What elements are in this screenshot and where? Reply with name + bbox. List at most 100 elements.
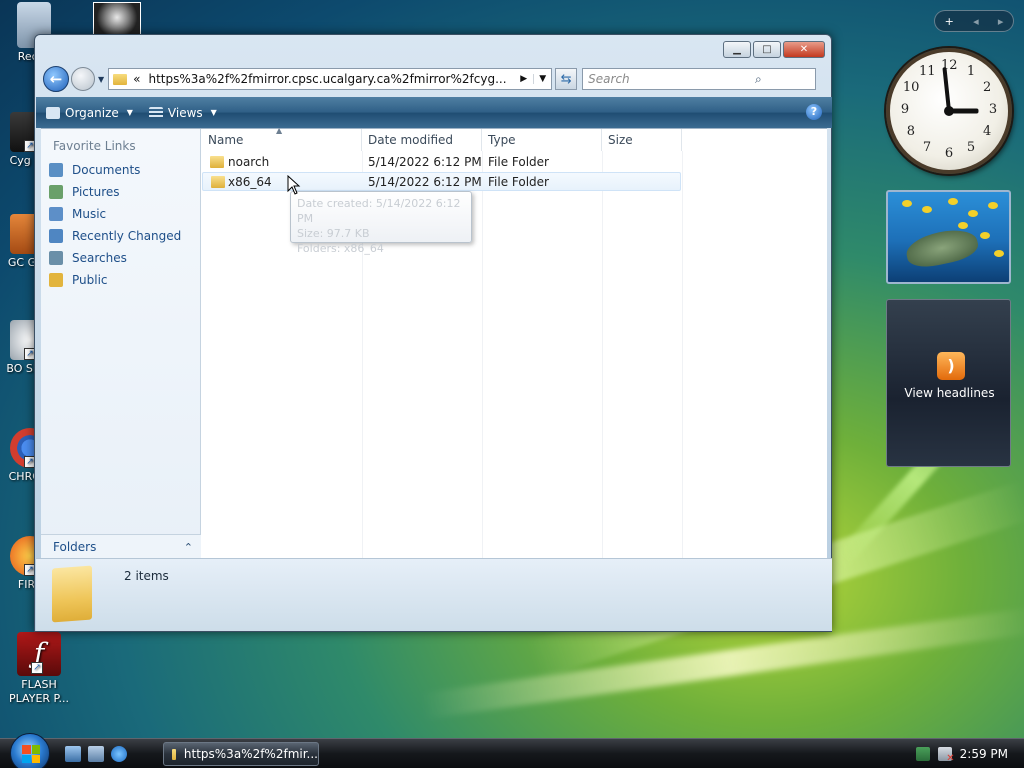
favorite-link-searches[interactable]: Searches	[41, 247, 200, 269]
show-desktop-icon[interactable]	[65, 746, 81, 762]
folder-icon	[52, 565, 92, 623]
chevron-down-icon: ▼	[126, 108, 133, 117]
searches-icon	[49, 251, 63, 265]
clock-center-pin	[944, 106, 954, 116]
address-bar[interactable]: « https%3a%2f%2fmirror.cpsc.ucalgary.ca%…	[108, 68, 553, 90]
help-button[interactable]: ?	[806, 104, 822, 120]
desktop-icon-label: FLASH PLAYER P...	[9, 678, 69, 705]
switch-windows-icon[interactable]	[88, 746, 104, 762]
user-photo-thumbnail[interactable]	[93, 2, 141, 36]
folders-toggle[interactable]: Folders ⌃	[41, 534, 201, 559]
refresh-button[interactable]: ⇆	[555, 68, 578, 90]
recent-pages-dropdown[interactable]: ▼	[98, 75, 104, 84]
file-type: File Folder	[488, 175, 549, 189]
content-area: Favorite Links Documents Pictures Music Rec…	[41, 126, 827, 559]
column-header-type[interactable]: Type	[482, 129, 602, 151]
taskbar-window-label: https%3a%2f%2fmir...	[183, 747, 318, 761]
minute-hand	[942, 67, 951, 112]
clock-numeral: 10	[902, 80, 920, 95]
command-toolbar: Organize ▼ Views ▼ ?	[36, 97, 832, 128]
clock-numeral: 9	[900, 102, 910, 117]
navigation-pane: Favorite Links Documents Pictures Music Rec…	[41, 129, 201, 559]
folder-icon	[172, 748, 176, 760]
public-icon	[49, 273, 63, 287]
clock-numeral: 2	[982, 80, 992, 95]
details-pane: 2 items	[36, 558, 832, 631]
favorite-link-recently-changed[interactable]: Recently Changed	[41, 225, 200, 247]
address-dropdown-button[interactable]: ▼	[533, 74, 551, 84]
explorer-window: ▁ □ ✕ ← ▼ « https%3a%2f%2fmirror.cpsc.uc…	[34, 34, 832, 632]
windows-logo-icon	[22, 745, 40, 763]
clock-numeral: 11	[919, 63, 936, 79]
favorite-link-label: Searches	[72, 251, 127, 265]
organize-icon	[46, 106, 60, 119]
favorite-link-label: Public	[72, 273, 108, 287]
search-box[interactable]: Search ⌕	[582, 68, 817, 90]
favorite-link-label: Music	[72, 207, 107, 221]
views-button[interactable]: Views ▼	[148, 106, 217, 120]
start-button[interactable]	[10, 733, 50, 768]
search-icon[interactable]: ⌕	[702, 72, 816, 87]
feed-headlines-gadget[interactable]: ) View headlines	[886, 299, 1011, 467]
file-name: x86_64	[228, 175, 272, 189]
taskbar: https%3a%2f%2fmir... ✕ 2:59 PM	[0, 733, 1024, 768]
forward-button[interactable]	[71, 67, 95, 91]
search-input[interactable]: Search	[588, 72, 702, 86]
folder-icon	[113, 73, 128, 85]
flash-icon: ƒ ↗	[17, 632, 61, 676]
favorite-link-music[interactable]: Music	[41, 203, 200, 225]
item-count: 2 items	[124, 569, 169, 583]
column-divider	[602, 151, 603, 559]
column-header-size[interactable]: Size	[602, 129, 682, 151]
favorite-link-public[interactable]: Public	[41, 269, 200, 291]
favorite-link-label: Recently Changed	[72, 229, 182, 243]
favorite-link-label: Pictures	[72, 185, 120, 199]
minimize-button[interactable]: ▁	[723, 41, 751, 58]
folders-label: Folders	[53, 540, 97, 554]
rss-icon: )	[937, 352, 965, 380]
tooltip-line: Date created: 5/14/2022 6:12 PM	[297, 197, 461, 225]
music-icon	[49, 207, 63, 221]
column-header-date-modified[interactable]: Date modified	[362, 129, 482, 151]
refresh-icon: ⇆	[560, 71, 572, 87]
organize-label: Organize	[65, 105, 119, 120]
favorite-link-documents[interactable]: Documents	[41, 159, 200, 181]
tooltip-line: Size: 97.7 KB	[297, 227, 370, 240]
clock-numeral: 1	[966, 63, 976, 79]
window-controls: ▁ □ ✕	[723, 41, 825, 58]
back-button[interactable]: ←	[43, 66, 69, 92]
file-row-x86-64[interactable]: x86_64 5/14/2022 6:12 PM File Folder	[202, 172, 681, 191]
file-date: 5/14/2022 6:12 PM	[368, 155, 482, 169]
address-text[interactable]: https%3a%2f%2fmirror.cpsc.ucalgary.ca%2f…	[149, 72, 515, 86]
file-date: 5/14/2022 6:12 PM	[368, 175, 482, 189]
add-gadget-icon[interactable]: +	[945, 15, 954, 28]
clock-time[interactable]: 2:59 PM	[960, 747, 1008, 761]
organize-button[interactable]: Organize ▼	[46, 106, 133, 120]
maximize-icon: □	[762, 44, 772, 55]
previous-icon[interactable]: ◂	[973, 15, 979, 28]
maximize-button[interactable]: □	[753, 41, 781, 58]
next-icon[interactable]: ▸	[998, 15, 1004, 28]
volume-muted-icon[interactable]: ✕	[937, 747, 955, 764]
internet-explorer-icon[interactable]	[111, 746, 127, 762]
chevron-down-icon: ▼	[210, 108, 217, 117]
clock-numeral: 7	[922, 140, 932, 156]
system-tray: ✕ 2:59 PM	[886, 739, 1024, 768]
slideshow-gadget[interactable]	[886, 190, 1011, 284]
desktop-icon-flash-player[interactable]: ƒ ↗ FLASH PLAYER P...	[8, 632, 70, 706]
file-row-noarch[interactable]: noarch 5/14/2022 6:12 PM File Folder	[202, 153, 681, 172]
tooltip-line: Folders: x86_64	[297, 242, 384, 255]
network-icon[interactable]	[915, 747, 930, 761]
pictures-icon	[49, 185, 63, 199]
clock-numeral: 6	[944, 146, 954, 161]
address-overflow-chevron[interactable]: «	[133, 72, 140, 86]
view-headlines-label[interactable]: View headlines	[887, 386, 1012, 400]
clock-numeral: 4	[982, 124, 992, 139]
favorite-link-pictures[interactable]: Pictures	[41, 181, 200, 203]
file-tooltip: Date created: 5/14/2022 6:12 PM Size: 97…	[290, 191, 472, 255]
folder-icon	[210, 156, 224, 168]
taskbar-window-button[interactable]: https%3a%2f%2fmir...	[163, 742, 319, 766]
address-breadcrumb-arrow-icon[interactable]: ▶	[520, 74, 527, 84]
clock-gadget[interactable]: 12 1 2 3 4 5 6 7 8 9 10 11	[886, 48, 1012, 174]
close-button[interactable]: ✕	[783, 41, 825, 58]
